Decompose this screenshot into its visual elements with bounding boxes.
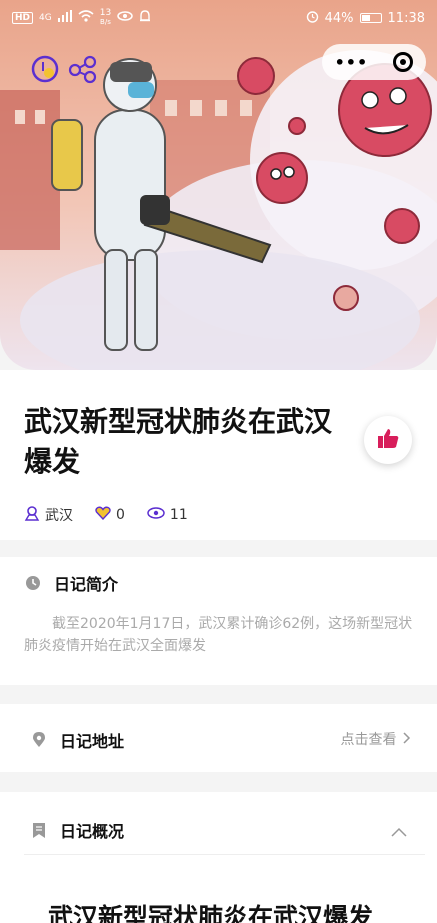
overview-heading: 日记概况 — [60, 822, 125, 841]
heart-icon — [95, 506, 111, 524]
notification-bell-icon — [139, 9, 151, 27]
wifi-icon — [78, 10, 94, 26]
intro-heading: 日记简介 — [54, 575, 119, 594]
overview-content-title: 武汉新型冠状肺炎在武汉爆发 — [48, 903, 374, 923]
views-count: 11 — [169, 507, 188, 523]
location-text: 武汉 — [45, 508, 73, 524]
intro-text: 截至2020年1月17日，武汉累计确诊62例，这场新型冠状肺炎疫情开始在武汉全面… — [24, 616, 413, 654]
net-speed: 13 B/s — [100, 9, 111, 27]
address-row[interactable]: 日记地址 点击查看 — [0, 704, 437, 772]
diary-meta: 武汉 0 11 — [24, 505, 210, 525]
clock-icon — [24, 574, 42, 592]
chevron-up-icon[interactable] — [391, 822, 407, 841]
overview-header: 日记概况 — [30, 818, 124, 842]
thumbs-up-icon — [376, 427, 400, 453]
address-header: 日记地址 — [30, 728, 124, 752]
clock-time: 11:38 — [387, 10, 425, 26]
views-meta: 11 — [147, 507, 188, 523]
location-pin-icon — [24, 505, 40, 525]
status-bar: HD 4G 13 B/s 44% 11:38 — [0, 0, 437, 36]
signal-icon — [57, 10, 72, 26]
net-speed-unit: B/s — [100, 18, 111, 26]
more-menu-button[interactable]: ••• — [335, 53, 369, 72]
miniprogram-capsule: ••• — [322, 44, 426, 80]
network-type: 4G — [39, 12, 52, 23]
battery-percent: 44% — [324, 10, 354, 26]
view-address-text: 点击查看 — [340, 732, 397, 748]
battery-icon — [359, 13, 382, 23]
bookmark-icon — [30, 821, 48, 839]
likes-meta: 0 — [95, 506, 125, 524]
view-address-link[interactable]: 点击查看 — [341, 729, 411, 749]
eye-icon — [117, 10, 133, 26]
intro-header: 日记简介 — [0, 557, 437, 595]
location-meta: 武汉 — [24, 505, 73, 525]
net-speed-value: 13 — [99, 8, 112, 18]
music-toggle-icon[interactable] — [30, 54, 60, 84]
share-icon[interactable] — [68, 54, 98, 84]
eye-view-icon — [147, 507, 165, 523]
intro-section: 日记简介 截至2020年1月17日，武汉累计确诊62例，这场新型冠状肺炎疫情开始… — [0, 557, 437, 685]
likes-count: 0 — [116, 507, 125, 523]
map-pin-icon — [30, 731, 48, 749]
address-heading: 日记地址 — [60, 732, 125, 751]
diary-title: 武汉新型冠状肺炎在武汉爆发 — [24, 405, 333, 478]
like-button[interactable] — [364, 416, 412, 464]
alarm-icon — [306, 10, 319, 27]
close-miniprogram-button[interactable] — [393, 52, 414, 72]
overview-divider — [24, 854, 425, 855]
hd-badge: HD — [12, 12, 34, 24]
chevron-right-icon — [403, 732, 411, 748]
